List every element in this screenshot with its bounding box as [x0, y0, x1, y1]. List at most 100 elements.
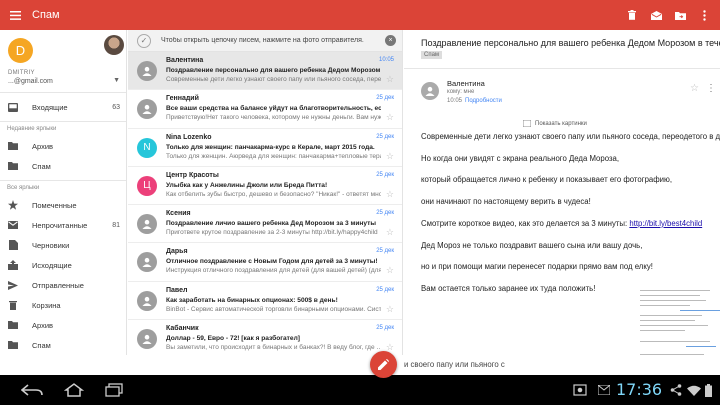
message-row[interactable]: Кабанчик 25 дек Доллар - 59, Евро - 72! [к…	[128, 320, 402, 355]
email-time: 10:05	[447, 98, 463, 104]
menu-icon[interactable]	[0, 0, 30, 30]
message-snippet: Пригответе крутое поздравление за 2-3 ми…	[166, 229, 378, 237]
drawer-item-drafts[interactable]: Черновики	[0, 235, 126, 255]
video-link[interactable]: http://bit.ly/best4child	[629, 219, 702, 228]
drawer-item-inbox[interactable]: Входящие 63	[0, 97, 126, 117]
compose-button[interactable]	[370, 351, 397, 378]
message-row[interactable]: Ц Центр Красоты 25 дек Улыбка как у Анжелин…	[128, 167, 402, 206]
star-icon[interactable]: ☆	[386, 112, 394, 123]
account-switch-caret-icon[interactable]: ▼	[113, 77, 120, 84]
drawer-item-label: Исходящие	[32, 260, 72, 270]
mark-unread-icon[interactable]	[644, 0, 668, 30]
star-icon[interactable]: ☆	[690, 83, 699, 94]
back-button[interactable]	[18, 379, 46, 401]
drawer-item-trash[interactable]: Корзина	[0, 295, 126, 315]
sender-name: Дарья	[166, 248, 188, 256]
body-line: Но когда они увидят с экрана реального Д…	[421, 154, 620, 163]
sender-avatar[interactable]	[137, 329, 157, 350]
label-chip[interactable]: Спам	[421, 51, 443, 59]
tip-text: Чтобы открыть цепочку писем, нажмите на …	[161, 37, 364, 44]
message-row[interactable]: Дарья 25 дек Отличное поздравление с Новым…	[128, 243, 402, 282]
message-date: 25 дек	[376, 248, 394, 255]
more-vert-icon[interactable]: ⋮	[706, 83, 716, 94]
show-images-link[interactable]: Показать картинки	[523, 120, 587, 127]
star-icon[interactable]: ☆	[386, 74, 394, 85]
message-snippet: Вы заметили, что происходит в бинарных и…	[166, 344, 381, 352]
image-icon	[523, 120, 531, 127]
sender-avatar[interactable]	[137, 252, 157, 273]
message-date: 25 дек	[376, 133, 394, 140]
drawer-item-sent[interactable]: Отправленные	[0, 275, 126, 295]
message-row[interactable]: N Nina Lozenko 25 дек Только для женщин: па…	[128, 129, 402, 167]
star-icon[interactable]: ☆	[386, 227, 394, 238]
home-button[interactable]	[60, 379, 88, 401]
star-icon[interactable]: ☆	[386, 189, 394, 200]
recent-labels-header: Недавние ярлыки	[0, 121, 126, 136]
message-subject: Поздравление персонально для вашего ребе…	[166, 67, 381, 74]
message-row[interactable]: Валентина 10:05 Поздравление персонально д…	[128, 52, 402, 91]
sender-avatar[interactable]: Ц	[137, 175, 157, 196]
star-icon[interactable]: ☆	[386, 304, 394, 315]
message-date: 10:05	[378, 57, 394, 63]
screen: Спам D DMITRIY ...@gmail.com ▼ Входящие …	[0, 0, 720, 405]
recent-apps-button[interactable]	[100, 379, 128, 401]
body-line: Современные дети легко узнают своего пап…	[421, 132, 720, 141]
star-icon	[7, 199, 19, 211]
delete-icon[interactable]	[620, 0, 644, 30]
drawer-item-label: Спам	[32, 161, 51, 171]
drawer-item-label: Архив	[32, 320, 54, 330]
drawer-item-outbox[interactable]: Исходящие	[0, 255, 126, 275]
drawer-item-unread[interactable]: Непрочитанные 81	[0, 215, 126, 235]
sender-avatar[interactable]	[137, 214, 157, 235]
drawer-item-spam[interactable]: Спам	[0, 335, 126, 355]
overlap-text: и своего папу или пьяного с	[404, 360, 505, 369]
body-line-with-link: Смотрите короткое видео, как это делаетс…	[421, 219, 703, 228]
message-subject: Отличное поздравление с Новым Годом для …	[166, 258, 378, 266]
sender-avatar[interactable]	[421, 82, 439, 100]
send-icon	[7, 279, 19, 291]
sender-avatar[interactable]: N	[137, 137, 157, 158]
drawer-item-label: Архив	[32, 141, 54, 151]
sender-avatar[interactable]	[137, 61, 157, 81]
recipient-line: кому: мне	[447, 89, 475, 95]
body-line: но и при помощи магии перенесет подарки …	[421, 262, 653, 271]
drawer-item-label: Черновики	[32, 240, 70, 250]
tip-banner: ✓ Чтобы открыть цепочку писем, нажмите н…	[128, 30, 402, 52]
message-row[interactable]: Павел 25 дек Как заработать на бинарных оп…	[128, 282, 402, 321]
message-snippet: Как отбелить зубы быстро, дешево и безоп…	[166, 190, 381, 198]
drawer-item-label: Отправленные	[32, 280, 84, 290]
email-notification-icon[interactable]	[590, 379, 618, 401]
message-snippet: Современные дети легко узнают своего пап…	[166, 76, 381, 83]
star-icon[interactable]: ☆	[386, 151, 394, 162]
app-bar: Спам	[0, 0, 720, 30]
drawer-item-starred[interactable]: Помеченные	[0, 195, 126, 215]
message-subject: Все ваши средства на балансе уйдут на бл…	[166, 105, 381, 113]
drawer-item-recent-spam[interactable]: Спам	[0, 156, 126, 176]
move-to-folder-icon[interactable]	[668, 0, 692, 30]
drawer-item-archive[interactable]: Архив	[0, 315, 126, 335]
account-header[interactable]: D DMITRIY ...@gmail.com ▼	[0, 30, 126, 93]
drawer-item-label: Непрочитанные	[32, 220, 88, 230]
account-avatar[interactable]: D	[8, 38, 33, 63]
battery-icon	[694, 379, 720, 401]
star-icon[interactable]: ☆	[386, 265, 394, 276]
secondary-account-photo[interactable]	[104, 35, 124, 55]
trash-icon	[7, 299, 19, 311]
sender-name: Nina Lozenko	[166, 133, 212, 141]
dismiss-tip-icon[interactable]: ×	[385, 35, 396, 46]
message-row[interactable]: Ксения 25 дек Поздравление личио вашего ре…	[128, 205, 402, 244]
sender-avatar[interactable]	[137, 290, 157, 311]
email-subject: Поздравление персонально для вашего ребе…	[421, 38, 720, 48]
sender-name: Геннадий	[166, 95, 199, 103]
more-vert-icon[interactable]	[692, 0, 716, 30]
message-row[interactable]: Геннадий 25 дек Все ваши средства на балан…	[128, 90, 402, 129]
inbox-icon	[7, 101, 19, 113]
details-link[interactable]: Подробности	[465, 98, 502, 104]
message-snippet: Приветствую!Нет такого человека, котором…	[166, 114, 381, 122]
unread-count: 63	[112, 103, 120, 111]
message-date: 25 дек	[376, 171, 394, 178]
sender-name: Центр Красоты	[166, 171, 219, 179]
drawer-item-recent-archive[interactable]: Архив	[0, 136, 126, 156]
message-date: 25 дек	[376, 95, 394, 102]
sender-avatar[interactable]	[137, 99, 157, 120]
